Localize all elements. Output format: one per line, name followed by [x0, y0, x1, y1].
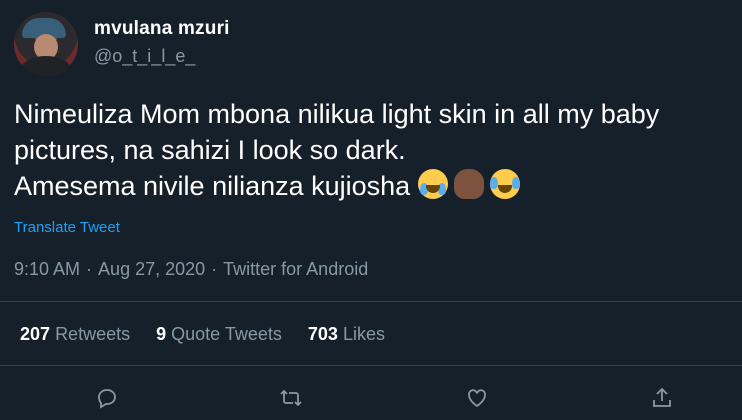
avatar-body: [20, 56, 72, 76]
like-button[interactable]: [465, 386, 493, 414]
retweets-label: Retweets: [55, 324, 131, 344]
tweet-date[interactable]: Aug 27, 2020: [98, 259, 205, 279]
divider: [0, 301, 742, 302]
translate-tweet-link[interactable]: Translate Tweet: [14, 219, 120, 236]
reply-icon: [98, 389, 116, 409]
likes-stat[interactable]: 703 Likes: [308, 324, 385, 345]
tweet-line-1: Nimeuliza Mom mbona nilikua light skin i…: [14, 99, 660, 129]
meta-separator: ·: [211, 259, 218, 279]
retweet-icon: [280, 389, 302, 407]
user-handle[interactable]: @o_t_i_l_e_: [94, 42, 230, 70]
tweet-time[interactable]: 9:10 AM: [14, 259, 80, 279]
quote-tweets-stat[interactable]: 9 Quote Tweets: [156, 324, 282, 345]
display-name[interactable]: mvulana mzuri: [94, 18, 230, 40]
likes-count: 703: [307, 324, 338, 344]
reply-button[interactable]: [95, 386, 123, 414]
tweet-header: mvulana mzuri @o_t_i_l_e_: [14, 12, 230, 76]
like-icon: [468, 389, 486, 408]
share-button[interactable]: [650, 386, 678, 414]
loudly-crying-face-icon: [417, 169, 448, 199]
retweets-count: 207: [20, 324, 51, 344]
retweets-stat[interactable]: 207 Retweets: [20, 324, 130, 345]
quote-tweets-label: Quote Tweets: [171, 324, 282, 344]
tweet-text: Nimeuliza Mom mbona nilikua light skin i…: [14, 96, 742, 204]
tweet-actions: [0, 386, 742, 414]
retweet-button[interactable]: [279, 386, 307, 414]
tweet-line-3: Amesema nivile nilianza kujiosha: [14, 171, 411, 201]
tweet-stats: 207 Retweets 9 Quote Tweets 703 Likes: [20, 324, 411, 345]
tweet-meta: 9:10 AM · Aug 27, 2020 · Twitter for Android: [14, 259, 374, 280]
tweet-line-2: pictures, na sahizi I look so dark.: [14, 135, 406, 165]
likes-label: Likes: [342, 324, 385, 344]
person-facepalming-icon: [453, 169, 484, 199]
tweet-source[interactable]: Twitter for Android: [223, 259, 368, 279]
user-names: mvulana mzuri @o_t_i_l_e_: [94, 12, 230, 70]
meta-separator: ·: [86, 259, 93, 279]
quote-tweets-count: 9: [156, 324, 167, 344]
divider: [0, 365, 742, 366]
avatar[interactable]: [14, 12, 78, 76]
share-icon: [653, 387, 671, 407]
face-with-tears-of-joy-icon: [489, 169, 520, 199]
